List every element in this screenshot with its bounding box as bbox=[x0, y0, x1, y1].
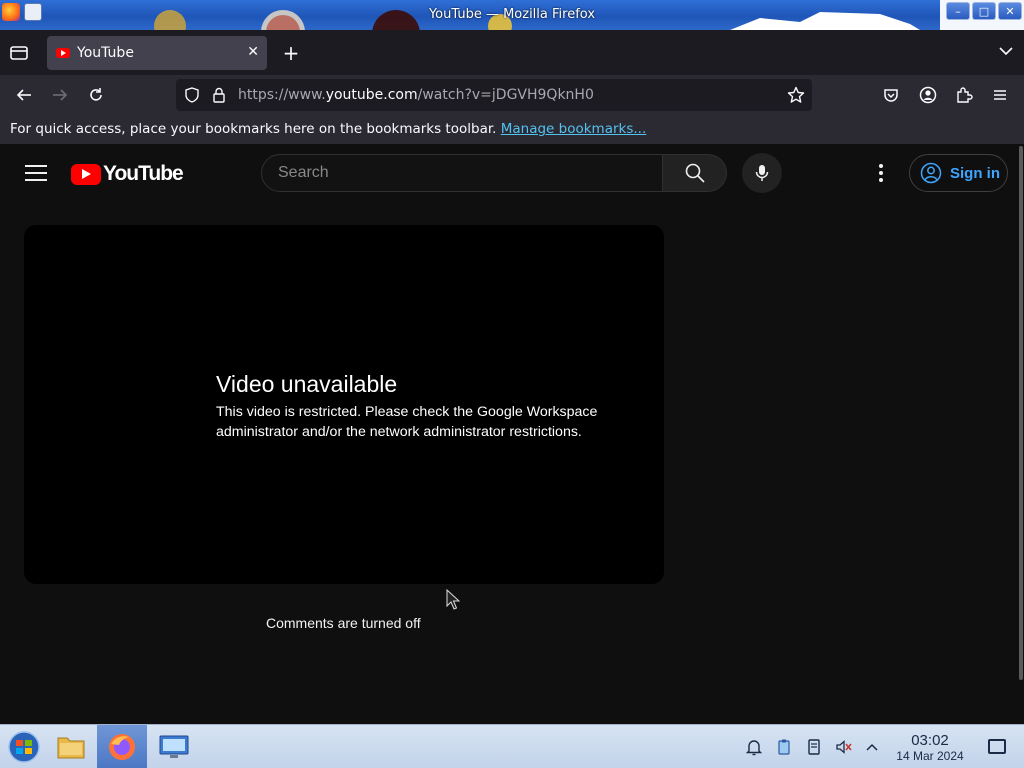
bell-icon bbox=[745, 740, 763, 756]
dot bbox=[879, 164, 883, 168]
youtube-logo-text: YouTube bbox=[103, 162, 184, 185]
manage-bookmarks-link[interactable]: Manage bookmarks... bbox=[501, 121, 647, 137]
tab-youtube[interactable]: YouTube ✕ bbox=[47, 36, 267, 70]
sign-in-button[interactable]: Sign in bbox=[909, 154, 1008, 192]
menu-line bbox=[25, 179, 47, 181]
url-prefix: https://www. bbox=[238, 87, 326, 103]
account-button[interactable] bbox=[917, 84, 939, 106]
search-button[interactable] bbox=[663, 154, 727, 192]
youtube-logo-link[interactable]: YouTube bbox=[71, 162, 184, 186]
start-menu-button[interactable] bbox=[0, 725, 48, 768]
star-bookmark-icon[interactable] bbox=[787, 86, 805, 104]
back-button[interactable] bbox=[13, 84, 35, 106]
menu-line bbox=[25, 165, 47, 167]
search-input[interactable] bbox=[278, 155, 658, 191]
dot bbox=[879, 178, 883, 182]
bookmarks-empty-message: For quick access, place your bookmarks h… bbox=[10, 121, 501, 137]
tab-label: YouTube bbox=[77, 45, 134, 61]
monitor-icon bbox=[159, 735, 189, 758]
navigation-toolbar: https://www.youtube.com/watch?v=jDGVH9Qk… bbox=[0, 75, 1024, 115]
reload-button[interactable] bbox=[85, 84, 107, 106]
firefox-view-icon bbox=[10, 46, 28, 60]
volume-muted-icon bbox=[836, 740, 852, 754]
voice-search-button[interactable] bbox=[742, 153, 782, 193]
tab-close-button[interactable]: ✕ bbox=[247, 44, 259, 60]
taskbar-firefox[interactable] bbox=[97, 725, 147, 768]
window-controls: – □ ✕ bbox=[946, 2, 1022, 20]
taskbar: 03:02 14 Mar 2024 bbox=[0, 724, 1024, 768]
dot bbox=[879, 171, 883, 175]
hamburger-menu-icon bbox=[994, 90, 1006, 100]
minimize-button[interactable]: – bbox=[946, 2, 970, 20]
firefox-icon bbox=[109, 734, 135, 760]
arrow-right-icon bbox=[53, 89, 68, 101]
reload-icon bbox=[90, 88, 102, 101]
tray-expand-button[interactable] bbox=[862, 737, 882, 757]
start-orb-icon bbox=[8, 731, 40, 763]
window-title: YouTube — Mozilla Firefox bbox=[428, 7, 596, 22]
chevron-down-icon bbox=[999, 47, 1013, 56]
sign-in-label: Sign in bbox=[950, 164, 1000, 182]
window-titlebar: YouTube — Mozilla Firefox – □ ✕ bbox=[0, 0, 1024, 30]
menu-line bbox=[25, 172, 47, 174]
microphone-icon bbox=[755, 165, 769, 181]
app-menu-button[interactable] bbox=[989, 84, 1011, 106]
user-avatar-icon bbox=[920, 162, 942, 184]
guide-menu-button[interactable] bbox=[25, 165, 47, 181]
scrollbar-thumb[interactable] bbox=[1019, 146, 1023, 680]
show-desktop-button[interactable] bbox=[988, 739, 1006, 754]
search-field[interactable] bbox=[261, 154, 663, 192]
youtube-play-icon bbox=[71, 163, 101, 185]
list-all-tabs-button[interactable] bbox=[998, 43, 1014, 63]
taskbar-remote-desktop[interactable] bbox=[150, 725, 198, 768]
desktop-screen: YouTube — Mozilla Firefox – □ ✕ YouTube … bbox=[0, 0, 1024, 768]
storage-device-icon bbox=[808, 739, 820, 755]
pocket-button[interactable] bbox=[880, 84, 902, 106]
youtube-page: YouTube Search Sign in Video unavailable… bbox=[0, 144, 1024, 724]
mouse-cursor-icon bbox=[446, 589, 460, 610]
maximize-button[interactable]: □ bbox=[972, 2, 996, 20]
firefox-view-button[interactable] bbox=[8, 42, 30, 64]
video-player[interactable]: Video unavailable This video is restrict… bbox=[24, 225, 664, 584]
clipboard-icon bbox=[778, 739, 790, 755]
close-window-button[interactable]: ✕ bbox=[998, 2, 1022, 20]
tray-storage[interactable] bbox=[804, 737, 824, 757]
url-text[interactable]: https://www.youtube.com/watch?v=jDGVH9Qk… bbox=[238, 87, 594, 103]
extensions-button[interactable] bbox=[953, 84, 975, 106]
tracking-protection-shield-icon[interactable] bbox=[184, 87, 200, 103]
comments-disabled-message: Comments are turned off bbox=[266, 615, 421, 631]
folder-icon bbox=[57, 737, 85, 759]
arrow-left-icon bbox=[16, 89, 31, 101]
page-scrollbar[interactable] bbox=[1018, 146, 1024, 680]
url-bar[interactable]: https://www.youtube.com/watch?v=jDGVH9Qk… bbox=[176, 79, 812, 111]
settings-more-button[interactable] bbox=[869, 161, 893, 185]
account-icon bbox=[919, 86, 937, 104]
clock-time: 03:02 bbox=[911, 732, 949, 749]
taskbar-file-manager[interactable] bbox=[47, 725, 95, 768]
video-unavailable-message: This video is restricted. Please check t… bbox=[216, 404, 598, 440]
new-tab-button[interactable]: + bbox=[280, 41, 302, 65]
taskbar-clock[interactable]: 03:02 14 Mar 2024 bbox=[886, 732, 974, 763]
video-unavailable-title: Video unavailable bbox=[216, 371, 398, 397]
tab-strip: YouTube ✕ + bbox=[0, 30, 1024, 75]
search-icon bbox=[685, 163, 705, 183]
url-host: youtube.com bbox=[325, 87, 418, 103]
forward-button[interactable] bbox=[49, 84, 71, 106]
pocket-icon bbox=[884, 89, 898, 102]
padlock-icon[interactable] bbox=[212, 87, 226, 103]
url-path: /watch?v=jDGVH9QknH0 bbox=[417, 87, 594, 103]
clock-date: 14 Mar 2024 bbox=[896, 749, 964, 763]
bookmarks-toolbar: For quick access, place your bookmarks h… bbox=[0, 115, 1024, 144]
youtube-favicon-icon bbox=[56, 48, 70, 58]
tray-volume[interactable] bbox=[834, 737, 854, 757]
chevron-up-icon bbox=[866, 743, 878, 751]
puzzle-piece-icon bbox=[957, 87, 973, 103]
tray-notifications[interactable] bbox=[744, 737, 764, 757]
tray-clipboard[interactable] bbox=[774, 737, 794, 757]
